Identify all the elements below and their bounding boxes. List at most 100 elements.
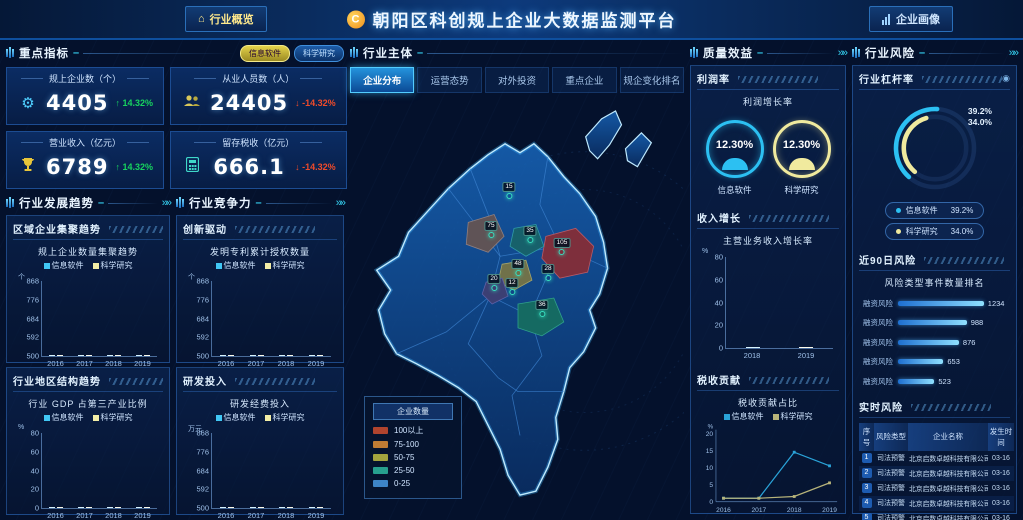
map-marker[interactable]: 48: [511, 259, 524, 276]
map-marker[interactable]: 35: [523, 226, 536, 243]
gauge-label: 科学研究: [784, 184, 818, 196]
map-legend-row: 50-75: [373, 453, 453, 462]
bar[interactable]: [220, 507, 226, 508]
bar[interactable]: [279, 507, 285, 508]
bar[interactable]: [144, 507, 150, 508]
legend-swatch: [265, 263, 271, 269]
risk-bar-track: 876: [898, 338, 1008, 347]
info-icon[interactable]: ◉: [1002, 73, 1010, 84]
expand-icon[interactable]: »»: [336, 197, 344, 209]
bar[interactable]: [49, 507, 55, 508]
bar[interactable]: [107, 355, 113, 356]
section-bars-icon: [852, 44, 861, 62]
expand-icon[interactable]: »»: [1009, 47, 1017, 59]
x-tick: 2018: [744, 351, 761, 360]
bar[interactable]: [258, 355, 264, 356]
quality-content: 利润率 利润增长率 12.30% 信息软件 12.30% 科学研究 收入增长 主…: [690, 65, 846, 514]
marker-value: 28: [541, 264, 554, 274]
hatch-decoration: [922, 76, 1002, 83]
risk-bar[interactable]: [898, 301, 984, 306]
bar[interactable]: [86, 355, 92, 356]
subpanel-title: 行业杠杆率: [859, 71, 914, 86]
bar[interactable]: [78, 355, 84, 356]
tag-info-software[interactable]: 信息软件: [240, 45, 290, 62]
map-marker[interactable]: 15: [502, 182, 515, 199]
bar[interactable]: [287, 507, 293, 508]
panel-quality: 质量效益 – »» 利润率 利润增长率 12.30% 信息软件 12.30% 科…: [690, 44, 846, 514]
bar[interactable]: [115, 355, 121, 356]
tab-enterprise-distribution[interactable]: 企业分布: [350, 67, 414, 93]
bar[interactable]: [107, 507, 113, 508]
bar[interactable]: [57, 355, 63, 356]
table-row[interactable]: 2司法预警北京启数卓越科技有限公司03-16: [859, 466, 1014, 481]
tag-science-research[interactable]: 科学研究: [294, 45, 344, 62]
chart-legend: 信息软件科学研究: [183, 412, 337, 423]
bar[interactable]: [279, 355, 285, 356]
chart-title: 规上企业数量集聚趋势: [13, 245, 163, 258]
table-row[interactable]: 1司法预警北京启数卓越科技有限公司03-16: [859, 451, 1014, 466]
bar[interactable]: [228, 355, 234, 356]
kpi-label: 从业人员数（人）: [179, 72, 338, 85]
tab-key-enterprises[interactable]: 重点企业: [552, 67, 616, 93]
district-map[interactable]: 1575351054828201236 企业数量 100以上75-10050-7…: [350, 97, 684, 515]
map-legend-row: 0-25: [373, 479, 453, 488]
expand-icon[interactable]: »»: [838, 47, 846, 59]
bar[interactable]: [258, 507, 264, 508]
bar[interactable]: [309, 507, 315, 508]
map-marker[interactable]: 75: [484, 221, 497, 238]
map-marker[interactable]: 36: [535, 300, 548, 317]
panel-competitiveness: 行业竞争力 – »» 创新驱动 发明专利累计授权数量信息软件科学研究个50059…: [176, 194, 344, 514]
risk-bar[interactable]: [898, 340, 959, 345]
legend-swatch: [265, 415, 271, 421]
nav-enterprise-portrait[interactable]: 企业画像: [869, 6, 953, 32]
tab-outbound-investment[interactable]: 对外投资: [485, 67, 549, 93]
map-marker[interactable]: 105: [554, 238, 571, 255]
bar[interactable]: [86, 507, 92, 508]
y-tick: 500: [26, 352, 42, 361]
risk-bar[interactable]: [898, 359, 943, 364]
map-marker[interactable]: 20: [487, 274, 500, 291]
bar[interactable]: [220, 355, 226, 356]
table-row[interactable]: 5司法预警北京启数卓越科技有限公司03-16: [859, 511, 1014, 520]
bar[interactable]: [287, 355, 293, 356]
risk-bar[interactable]: [898, 379, 934, 384]
legend-swatch: [44, 415, 50, 421]
chart-title: 行业 GDP 占第三产业比例: [13, 397, 163, 410]
bar[interactable]: [250, 507, 256, 508]
bar[interactable]: [317, 507, 323, 508]
bar[interactable]: [57, 507, 63, 508]
bar[interactable]: [309, 355, 315, 356]
row-index-badge: 3: [862, 483, 872, 493]
bar[interactable]: [115, 507, 121, 508]
bar[interactable]: [250, 355, 256, 356]
legend-swatch: [724, 414, 730, 420]
legend-label: 科学研究: [781, 411, 813, 422]
x-axis: 2016201720182019: [211, 511, 331, 520]
bar[interactable]: [136, 355, 142, 356]
bar[interactable]: [144, 355, 150, 356]
risk-bar[interactable]: [898, 320, 967, 325]
tab-change-ranking[interactable]: 规企变化排名: [620, 67, 684, 93]
bar[interactable]: [228, 507, 234, 508]
bar[interactable]: [78, 507, 84, 508]
legend-label: 科学研究: [101, 260, 133, 271]
bar[interactable]: [746, 347, 760, 348]
map-marker[interactable]: 12: [505, 278, 518, 295]
risk-bar-value: 653: [947, 357, 960, 366]
map-marker[interactable]: 28: [541, 264, 554, 281]
panel-title: 行业风险: [865, 45, 915, 61]
table-row[interactable]: 3司法预警北京启数卓越科技有限公司03-16: [859, 481, 1014, 496]
risk-type-cell: 司法预警: [874, 451, 908, 466]
bar[interactable]: [317, 355, 323, 356]
marker-ring-icon: [515, 270, 521, 276]
tab-operation-status[interactable]: 运营态势: [417, 67, 481, 93]
marker-ring-icon: [506, 193, 512, 199]
table-row[interactable]: 4司法预警北京启数卓越科技有限公司03-16: [859, 496, 1014, 511]
bar[interactable]: [49, 355, 55, 356]
expand-icon[interactable]: »»: [162, 197, 170, 209]
bar[interactable]: [136, 507, 142, 508]
main-tabs: 企业分布 运营态势 对外投资 重点企业 规企变化排名: [350, 67, 684, 93]
nav-industry-overview[interactable]: ⌂ 行业概览: [185, 6, 267, 32]
risk-bar-value: 876: [963, 338, 976, 347]
bar[interactable]: [799, 347, 813, 348]
